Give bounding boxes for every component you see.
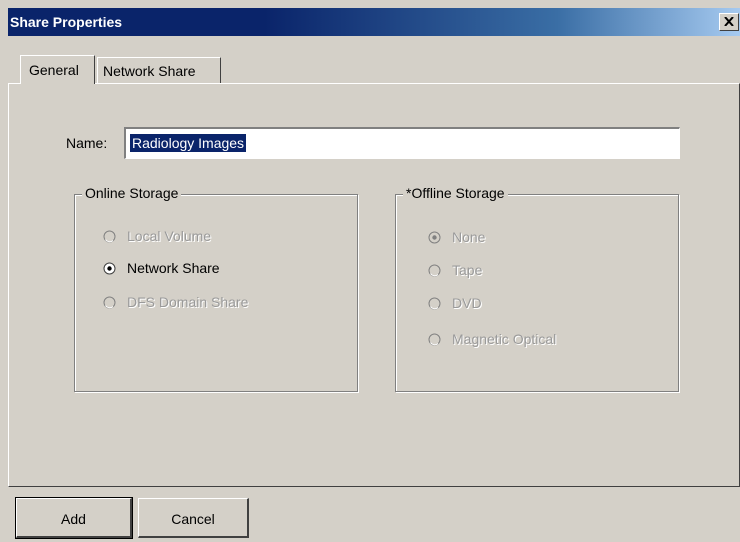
offline-storage-group	[395, 194, 679, 392]
online-storage-group	[74, 194, 358, 392]
name-input[interactable]: Radiology Images	[124, 127, 680, 159]
close-button[interactable]	[719, 13, 739, 31]
radio-magnetic-optical-label: Magnetic Optical	[452, 331, 557, 347]
cancel-button-label: Cancel	[171, 511, 215, 527]
name-input-value: Radiology Images	[130, 134, 247, 152]
add-button-label: Add	[61, 511, 86, 527]
radio-unchecked-icon	[428, 264, 441, 277]
share-properties-dialog: Share Properties General Network Share N…	[0, 0, 740, 542]
offline-storage-title: *Offline Storage	[403, 185, 508, 201]
radio-checked-disabled-icon	[428, 231, 441, 244]
window-title: Share Properties	[10, 14, 123, 30]
radio-unchecked-icon	[103, 296, 116, 309]
tab-general[interactable]: General	[20, 55, 95, 84]
tab-network-share-label: Network Share	[103, 63, 196, 79]
radio-network-share-label: Network Share	[127, 260, 220, 276]
radio-checked-icon	[103, 262, 116, 275]
radio-dvd-label: DVD	[452, 295, 482, 311]
name-label: Name:	[66, 135, 108, 151]
radio-unchecked-icon	[103, 230, 116, 243]
title-bar[interactable]: Share Properties	[8, 8, 740, 36]
radio-dfs-domain-share-label: DFS Domain Share	[127, 294, 249, 310]
cancel-button[interactable]: Cancel	[138, 498, 249, 538]
close-icon	[724, 17, 734, 26]
tab-general-label: General	[29, 62, 79, 78]
active-tab-join	[21, 83, 94, 85]
add-button[interactable]: Add	[15, 497, 133, 539]
radio-none-label: None	[452, 229, 486, 245]
tab-network-share[interactable]: Network Share	[97, 57, 221, 84]
radio-tape-label: Tape	[452, 262, 483, 278]
radio-unchecked-icon	[428, 297, 441, 310]
online-storage-title: Online Storage	[82, 185, 182, 201]
radio-unchecked-icon	[428, 333, 441, 346]
radio-local-volume-label: Local Volume	[127, 228, 212, 244]
